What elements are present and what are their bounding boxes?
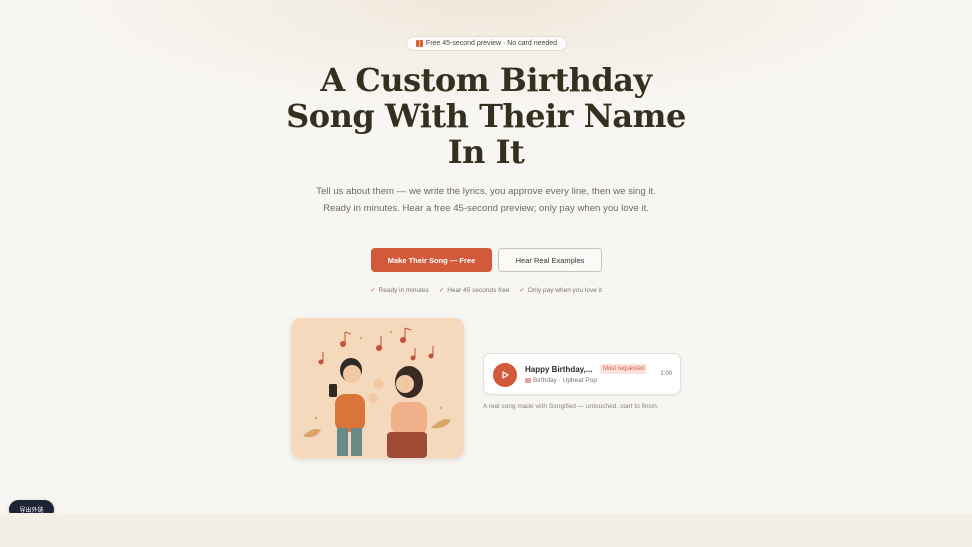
song-duration: 1:00 [660,371,672,377]
play-button[interactable] [493,363,517,387]
check-icon: ✓ [438,287,445,294]
sample-caption: A real song made with Songified — untouc… [483,403,659,410]
singing-illustration [291,318,464,458]
gift-icon [415,40,423,47]
benefits-list: ✓ Ready in minutes ✓ Hear 45 seconds fre… [350,285,622,295]
benefit-label: Hear 45 seconds free [447,286,510,294]
preview-badge-label: Free 45-second preview · No card needed [425,40,558,47]
make-song-button[interactable]: Make Their Song — Free [371,248,492,272]
benefit-item: ✓ Ready in minutes [370,285,429,295]
song-genre: Birthday · Upbeat Pop [533,377,597,384]
benefit-label: Ready in minutes [378,286,429,294]
benefit-item: ✓ Only pay when you love it [519,285,602,295]
cake-icon [525,378,531,383]
most-requested-badge: Most requested [600,364,648,374]
check-icon: ✓ [370,287,376,294]
hero-subtitle: Tell us about them — we write the lyrics… [316,186,656,214]
song-title: Happy Birthday,... [525,365,593,374]
benefit-label: Only pay when you love it [527,286,602,294]
play-icon [502,371,509,379]
sample-song-player[interactable]: Happy Birthday,... Most requested Birthd… [483,353,681,395]
page-title: A Custom Birthday Song With Their Name I… [286,61,686,171]
hear-examples-button[interactable]: Hear Real Examples [498,248,602,272]
next-section-band [0,513,972,547]
preview-badge: Free 45-second preview · No card needed [406,36,567,51]
song-meta: Birthday · Upbeat Pop [525,377,597,384]
check-icon: ✓ [519,287,525,294]
benefit-item: ✓ Hear 45 seconds free [439,285,510,295]
